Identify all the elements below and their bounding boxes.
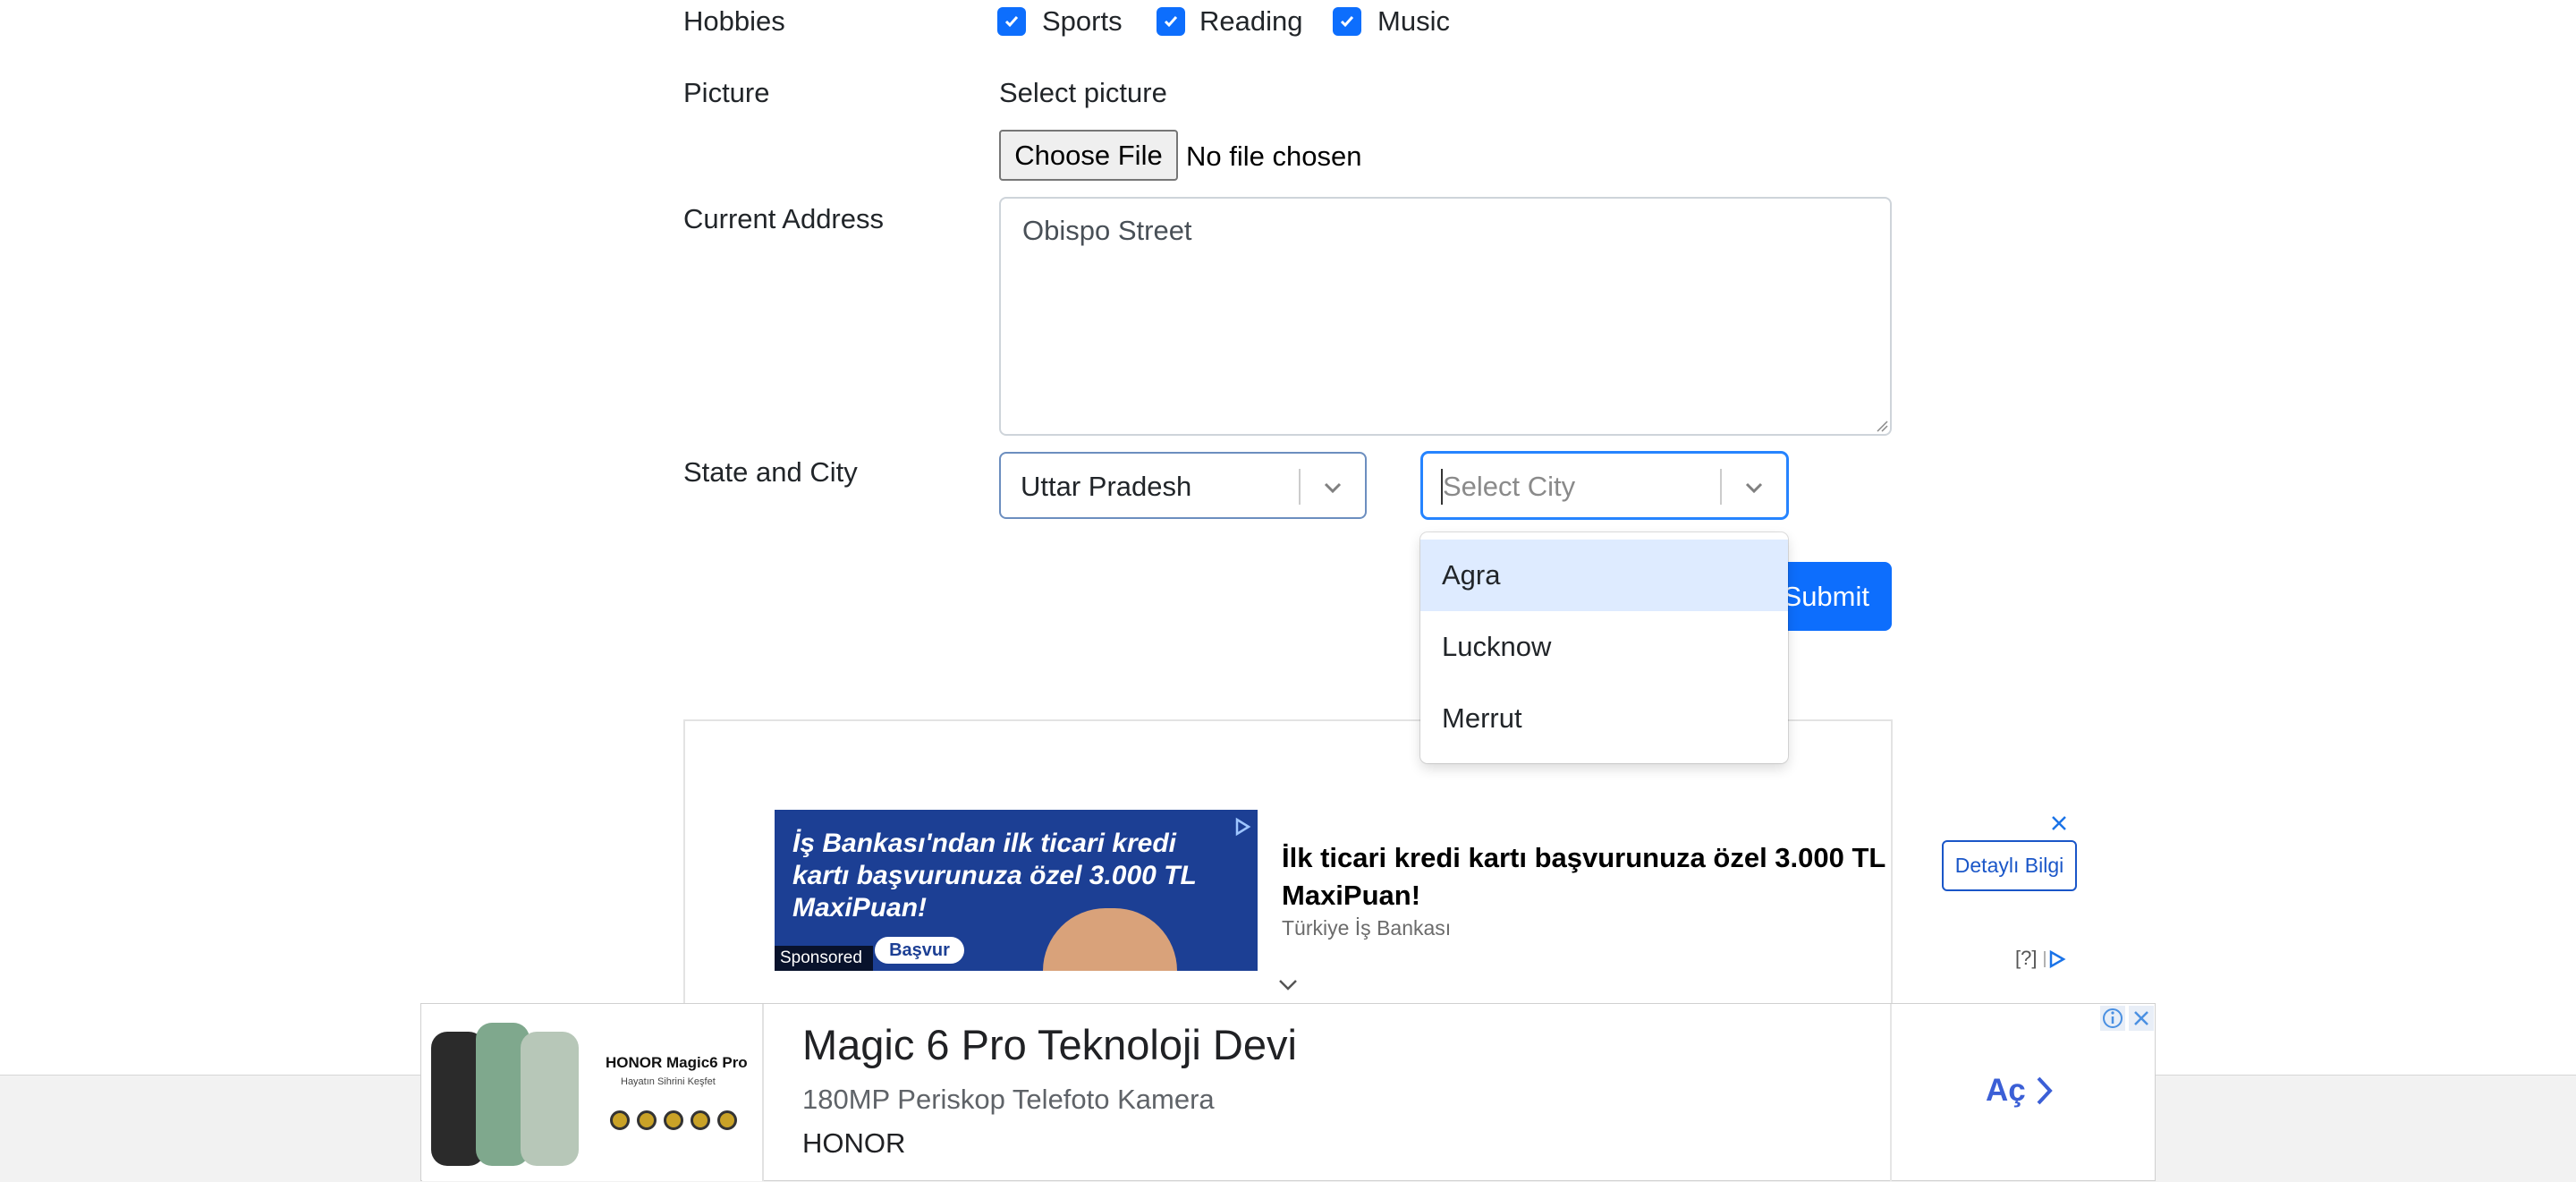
ad-advertiser: HONOR (802, 1127, 906, 1159)
select-picture-hint: Select picture (999, 77, 1167, 108)
hobbies-label: Hobbies (683, 5, 785, 37)
ad-advertiser: Türkiye İş Bankası (1282, 916, 1452, 940)
award-icon (637, 1110, 657, 1130)
file-status-text: No file chosen (1186, 140, 1362, 172)
checkmark-icon (1164, 16, 1178, 28)
reading-checkbox[interactable] (1157, 7, 1185, 36)
city-select[interactable]: Select City (1421, 452, 1788, 519)
ad-open-button[interactable]: Aç (1986, 1073, 2026, 1109)
award-icon (610, 1110, 630, 1130)
checkmark-icon (1004, 16, 1019, 28)
honor-tagline-text: Hayatın Sihrini Keşfet (621, 1076, 716, 1087)
sports-checkbox[interactable] (997, 7, 1026, 36)
adchoices-icon[interactable] (1233, 817, 1252, 837)
address-value: Obispo Street (1022, 215, 1192, 246)
choose-file-button[interactable]: Choose File (999, 130, 1178, 181)
current-address-label: Current Address (683, 203, 884, 234)
ad-cta-button[interactable]: Detaylı Bilgi (1942, 840, 2077, 891)
chevron-right-icon[interactable] (2035, 1076, 2055, 1106)
award-icon (691, 1110, 710, 1130)
ad-divider (1890, 1004, 1892, 1181)
picture-label: Picture (683, 77, 770, 108)
honor-ad-image[interactable]: HONOR Magic6 Pro Hayatın Sihrini Keşfet (422, 1005, 762, 1181)
ad-divider (762, 1004, 764, 1181)
state-select[interactable]: Uttar Pradesh (999, 452, 1367, 519)
ad-description: 180MP Periskop Telefoto Kamera (802, 1084, 1215, 1115)
chevron-down-icon[interactable] (1318, 473, 1347, 502)
music-label[interactable]: Music (1377, 4, 1450, 39)
select-separator (1299, 469, 1301, 505)
sports-label[interactable]: Sports (1042, 4, 1123, 39)
city-placeholder: Select City (1443, 471, 1576, 502)
state-city-label: State and City (683, 456, 858, 488)
sponsored-badge: Sponsored (775, 946, 873, 971)
checkmark-icon (1340, 16, 1354, 28)
adchoices-icon[interactable] (2042, 949, 2069, 969)
ad-help-link[interactable]: [?] (2015, 947, 2069, 970)
reading-label[interactable]: Reading (1199, 4, 1302, 39)
resize-grip-icon[interactable] (1876, 420, 1888, 432)
ad-help-text: [?] (2015, 947, 2038, 969)
city-option-merrut[interactable]: Merrut (1420, 683, 1788, 754)
ad-headline[interactable]: İlk ticari kredi kartı başvurunuza özel … (1282, 839, 1926, 914)
award-icon (664, 1110, 683, 1130)
city-option-lucknow[interactable]: Lucknow (1420, 611, 1788, 683)
chevron-down-icon[interactable] (1740, 473, 1768, 502)
award-icon (717, 1110, 737, 1130)
state-value: Uttar Pradesh (1021, 471, 1192, 502)
phone-graphic (521, 1032, 579, 1166)
music-checkbox[interactable] (1333, 7, 1361, 36)
ad-image-text: İş Bankası'ndan ilk ticari kredi kartı b… (792, 829, 1197, 923)
city-dropdown-menu: Agra Lucknow Merrut (1420, 532, 1788, 763)
close-icon[interactable] (2050, 814, 2068, 832)
current-address-textarea[interactable]: Obispo Street (999, 197, 1892, 436)
ad-image-button[interactable]: Başvur (875, 937, 964, 964)
honor-brand-text: HONOR Magic6 Pro (606, 1054, 748, 1071)
info-icon[interactable] (2100, 1006, 2125, 1031)
ad-title[interactable]: Magic 6 Pro Teknoloji Devi (802, 1020, 1297, 1069)
isbank-ad-image[interactable]: İş Bankası'ndan ilk ticari kredi kartı b… (775, 810, 1258, 971)
close-icon[interactable] (2129, 1006, 2154, 1031)
chevron-down-icon[interactable] (1277, 978, 1299, 992)
select-separator (1720, 469, 1722, 505)
city-option-agra[interactable]: Agra (1420, 540, 1788, 611)
